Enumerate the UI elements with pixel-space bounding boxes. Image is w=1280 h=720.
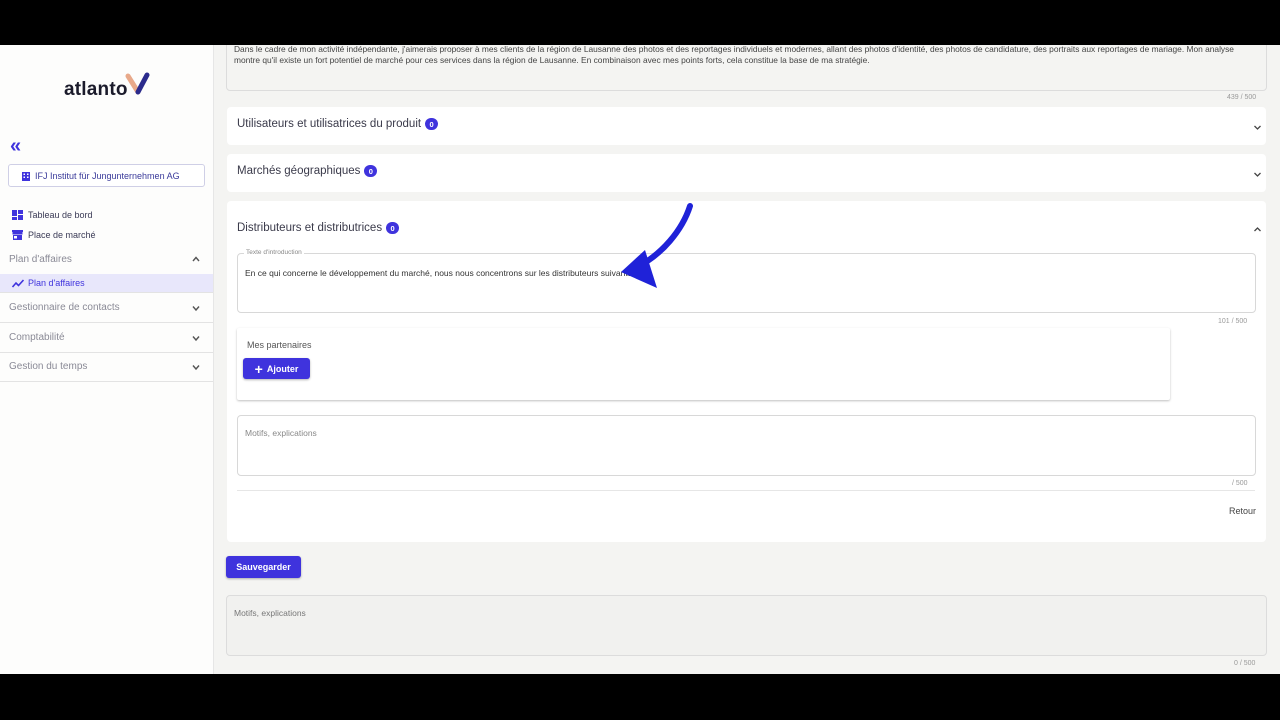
sidebar-item-plan-affaires[interactable]: Plan d'affaires (0, 274, 213, 293)
bottom-motifs-field[interactable]: Motifs, explications (226, 595, 1267, 656)
logo-text: atlanto (64, 79, 128, 100)
add-partner-label: Ajouter (266, 363, 299, 374)
intro-text-field[interactable]: Texte d'introduction En ce qui concerne … (237, 249, 1256, 313)
plus-icon: + (254, 360, 263, 377)
motifs-counter: / 500 (1232, 480, 1248, 487)
motifs-field[interactable]: Motifs, explications (237, 415, 1256, 476)
chevron-up-icon[interactable] (1253, 225, 1262, 234)
panel-marches-title: Marchés géographiques (237, 165, 361, 177)
panel-distributeurs-header[interactable]: Distributeurs et distributrices 0 (237, 222, 400, 234)
chevron-down-icon (192, 305, 200, 311)
count-badge: 0 (425, 118, 439, 130)
main-content: Dans le cadre de mon activité indépendan… (214, 45, 1280, 674)
add-partner-button[interactable]: + Ajouter (243, 358, 310, 379)
chevron-down-icon (192, 335, 200, 341)
panel-marches-header[interactable]: Marchés géographiques 0 (237, 165, 378, 177)
partners-label: Mes partenaires (247, 340, 312, 350)
nav-dashboard[interactable]: Tableau de bord (12, 210, 93, 220)
collapse-sidebar-button[interactable]: « (10, 135, 21, 158)
nav-dashboard-label: Tableau de bord (28, 210, 93, 220)
panel-distributeurs-title: Distributeurs et distributrices (237, 222, 383, 234)
divider (237, 490, 1255, 491)
dashboard-icon (12, 210, 23, 220)
panel-utilisateurs-title: Utilisateurs et utilisatrices du produit (237, 118, 422, 130)
panel-marches: Marchés géographiques 0 (227, 154, 1266, 192)
store-icon (12, 230, 23, 240)
count-badge: 0 (364, 165, 378, 177)
sidebar-group-contacts-label: Gestionnaire de contacts (9, 302, 120, 313)
app-frame: atlanto « IFJ Institut für Jungunternehm… (0, 45, 1280, 674)
intro-text-label: Texte d'introduction (244, 249, 304, 256)
intro-counter: 101 / 500 (1218, 318, 1248, 325)
building-icon (22, 171, 30, 181)
logo-mark-icon (125, 72, 150, 95)
motifs-placeholder: Motifs, explications (245, 428, 317, 438)
annotation-arrow-icon (621, 203, 693, 288)
panel-distributeurs: Distributeurs et distributrices 0 Texte … (227, 201, 1266, 542)
sidebar-group-contacts[interactable]: Gestionnaire de contacts (0, 293, 213, 323)
save-button[interactable]: Sauvegarder (226, 556, 301, 578)
chevron-up-icon (192, 256, 200, 262)
sidebar: atlanto « IFJ Institut für Jungunternehm… (0, 45, 214, 674)
nav-marketplace-label: Place de marché (28, 230, 96, 240)
partners-card: Mes partenaires + Ajouter (237, 328, 1170, 400)
nav-marketplace[interactable]: Place de marché (12, 230, 96, 240)
chevron-down-icon (192, 364, 200, 370)
panel-utilisateurs: Utilisateurs et utilisatrices du produit… (227, 107, 1266, 145)
strategy-counter: 439 / 500 (1227, 94, 1257, 101)
sidebar-group-comptabilite[interactable]: Comptabilité (0, 323, 213, 353)
bottom-counter: 0 / 500 (1234, 660, 1256, 667)
sidebar-group-temps[interactable]: Gestion du temps (0, 352, 213, 382)
bottom-motifs-placeholder: Motifs, explications (234, 608, 306, 618)
panel-utilisateurs-header[interactable]: Utilisateurs et utilisatrices du produit… (237, 118, 439, 130)
chevron-down-icon[interactable] (1253, 123, 1262, 132)
organization-name: IFJ Institut für Jungunternehmen AG (35, 170, 180, 181)
chevron-down-icon[interactable] (1253, 170, 1262, 179)
sidebar-group-temps-label: Gestion du temps (9, 361, 88, 372)
strategy-textarea[interactable]: Dans le cadre de mon activité indépendan… (226, 45, 1267, 91)
organization-selector[interactable]: IFJ Institut für Jungunternehmen AG (8, 164, 205, 187)
intro-text-value: En ce qui concerne le développement du m… (245, 268, 637, 278)
trending-icon (12, 278, 24, 288)
sidebar-group-plan-label: Plan d'affaires (9, 253, 72, 265)
count-badge: 0 (386, 222, 400, 234)
back-button[interactable]: Retour (1229, 506, 1256, 516)
sidebar-item-plan-affaires-label: Plan d'affaires (28, 278, 85, 288)
sidebar-group-comptabilite-label: Comptabilité (9, 332, 65, 343)
sidebar-group-plan[interactable]: Plan d'affaires (0, 244, 213, 274)
